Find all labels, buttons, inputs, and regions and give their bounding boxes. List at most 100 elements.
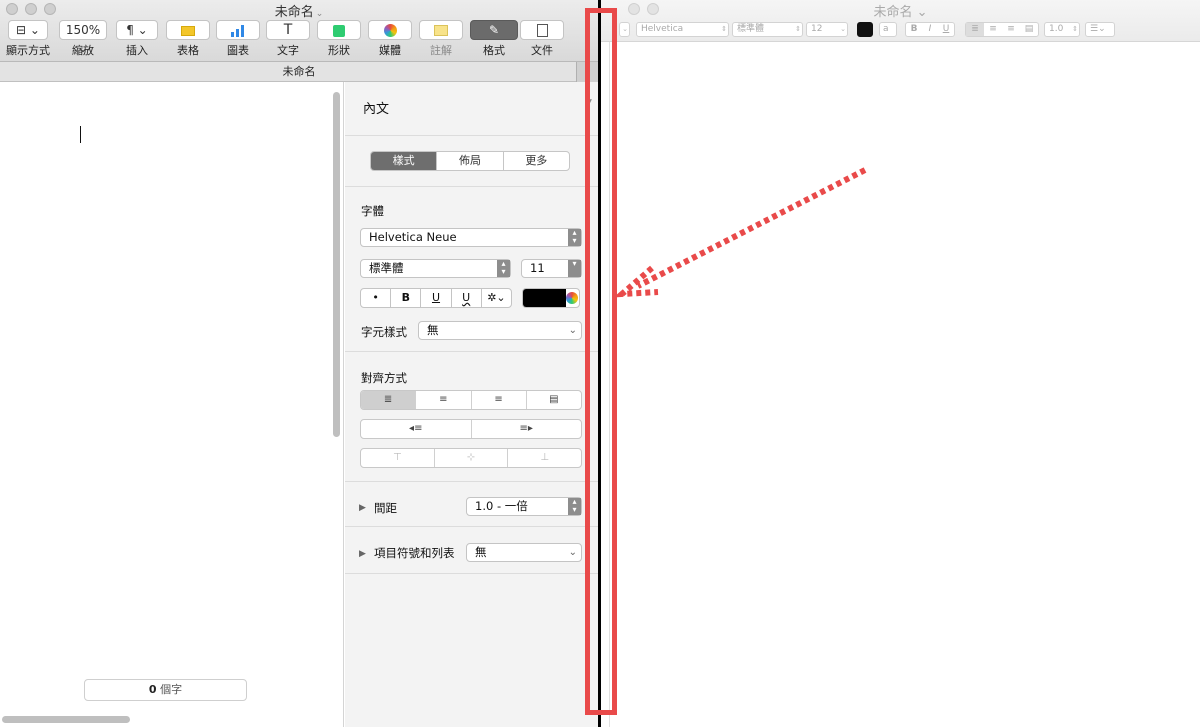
align-left-button[interactable]: ≣ — [361, 391, 417, 409]
annotation-arrow-icon — [613, 167, 867, 298]
paragraph-style-select[interactable]: ⌄ — [619, 22, 630, 37]
align-center-button[interactable]: ≡ — [416, 391, 472, 409]
align-center-icon[interactable]: ≡ — [984, 23, 1002, 36]
zoom-icon[interactable]: 150% ⌄ — [59, 20, 107, 55]
vertical-scrollbar[interactable] — [333, 92, 340, 437]
pages-window: 未命名 ⌄ ⊟ ⌄ 顯示方式 150% ⌄ 縮放 ¶ ⌄ 插入 表格 圖表 T 文… — [0, 0, 598, 727]
toolbar-table[interactable]: 表格 — [166, 20, 210, 60]
arrow-shaft — [636, 167, 867, 289]
comment-icon — [434, 25, 448, 36]
title-chevron-icon[interactable]: ⌄ — [316, 9, 324, 19]
toolbar-comment[interactable]: 註解 — [419, 20, 463, 60]
document-canvas[interactable]: 0 個字 — [0, 82, 344, 727]
font-size-field[interactable]: 11 ▾ — [521, 259, 582, 278]
align-middle-button: ⊹ — [435, 449, 509, 467]
text-color-swatch[interactable] — [857, 22, 873, 37]
tab-style[interactable]: 樣式 — [371, 152, 438, 170]
bullets-label[interactable]: 項目符號和列表 — [374, 545, 455, 561]
indent-buttons: ◂≡ ≡▸ — [360, 419, 582, 439]
align-justify-icon[interactable]: ▤ — [1020, 23, 1038, 36]
highlight-box — [585, 8, 617, 715]
list-style-button[interactable]: ☰⌄ — [1085, 22, 1115, 37]
horizontal-align-buttons: ≣ ≡ ≡ ▤ — [360, 390, 582, 410]
font-family-select[interactable]: Helvetica Neue ▴ ▾ — [360, 228, 582, 247]
gear-icon[interactable]: ✲⌄ — [482, 289, 511, 307]
spacing-select[interactable]: 1.0 - 一倍 ▴ ▾ — [466, 497, 582, 516]
align-right-button[interactable]: ≡ — [472, 391, 527, 409]
double-underline-button[interactable]: U — [452, 289, 482, 307]
divider — [345, 481, 598, 482]
align-left-icon[interactable]: ≣ — [966, 23, 984, 36]
toolbar-view[interactable]: ⊟ ⌄ 顯示方式 — [6, 20, 50, 60]
spacing-label[interactable]: 間距 — [374, 500, 397, 516]
align-bottom-button: ⊥ — [540, 452, 550, 463]
color-swatch[interactable] — [523, 289, 566, 307]
divider — [345, 135, 598, 136]
window-title: 未命名 ⌄ — [873, 5, 928, 20]
underline-button[interactable]: U — [938, 23, 954, 36]
color-wheel-icon[interactable] — [566, 292, 578, 304]
word-count-badge[interactable]: 0 個字 — [84, 679, 247, 701]
document-icon — [536, 24, 548, 37]
line-spacing-select[interactable]: 1.0 ⇕ — [1044, 22, 1080, 37]
chevron-down-icon: ⌄ — [568, 325, 577, 336]
paragraph-style-title[interactable]: 內文 — [363, 98, 389, 117]
highlight-color-icon[interactable]: a — [879, 22, 897, 37]
divider — [345, 186, 598, 187]
media-icon — [383, 24, 397, 37]
stepper-icon: ⇕ — [795, 25, 801, 33]
toolbar-shape[interactable]: 形狀 — [317, 20, 361, 60]
paragraph-icon[interactable]: ¶ ⌄ — [116, 20, 158, 40]
toolbar-chart[interactable]: 圖表 — [216, 20, 260, 60]
italic-button[interactable]: I — [922, 23, 938, 36]
toolbar-text[interactable]: T 文字 — [266, 20, 310, 60]
stepper-icon: ⇕ — [721, 25, 727, 33]
text-editor-toolbar: 未命名 ⌄ ⌄ Helvetica ⇕ 標準體 ⇕ 12 ⌄ a B I U ≣ ≡ … — [601, 0, 1200, 42]
stepper-icon: ▾ — [568, 260, 581, 277]
text-editor-document[interactable] — [609, 42, 1200, 727]
alignment-label: 對齊方式 — [361, 371, 407, 385]
toolbar-media[interactable]: 媒體 — [368, 20, 412, 60]
toolbar-format[interactable]: ✎ 格式 — [470, 20, 518, 60]
tab-more[interactable]: 更多 — [504, 152, 569, 170]
horizontal-scrollbar[interactable] — [2, 716, 130, 723]
toolbar-document[interactable]: 文件 — [520, 20, 564, 60]
font-style-select[interactable]: 標準體 ▴ ▾ — [360, 259, 511, 278]
window-title: 未命名 ⌄ — [274, 5, 324, 20]
toolbar-zoom[interactable]: 150% ⌄ 縮放 — [59, 20, 107, 60]
decrease-indent-button[interactable]: ◂≡ — [361, 420, 472, 438]
divider — [345, 526, 598, 527]
bullet-button[interactable]: • — [361, 289, 392, 307]
view-icon[interactable]: ⊟ ⌄ — [8, 20, 48, 40]
font-family-select[interactable]: Helvetica ⇕ — [636, 22, 729, 37]
inspector-tabs: 樣式 佈局 更多 — [370, 151, 570, 171]
text-color-well[interactable] — [522, 288, 580, 308]
disclosure-triangle-icon[interactable]: ▶ — [359, 549, 366, 559]
text-cursor — [80, 126, 81, 143]
font-style-select[interactable]: 標準體 ⇕ — [732, 22, 803, 37]
char-style-label: 字元樣式 — [361, 325, 407, 339]
font-size-field[interactable]: 12 ⌄ — [806, 22, 848, 37]
bold-button[interactable]: B — [906, 23, 922, 36]
increase-indent-button[interactable]: ≡▸ — [472, 420, 582, 438]
align-right-icon[interactable]: ≡ — [1002, 23, 1020, 36]
text-icon[interactable]: T — [266, 20, 310, 40]
bullets-select[interactable]: 無 ⌄ — [466, 543, 582, 562]
shape-icon — [333, 24, 345, 37]
align-justify-button[interactable]: ▤ — [527, 391, 581, 409]
stepper-icon: ⌄ — [840, 25, 846, 33]
font-section-label: 字體 — [361, 204, 384, 218]
tab-layout[interactable]: 佈局 — [437, 152, 504, 170]
disclosure-triangle-icon[interactable]: ▶ — [359, 503, 366, 513]
stepper-icon: ▴ ▾ — [568, 498, 581, 515]
toolbar-insert[interactable]: ¶ ⌄ 插入 — [116, 20, 158, 60]
stepper-icon: ⇕ — [1072, 25, 1078, 33]
chart-icon — [231, 24, 245, 37]
text-format-buttons: • B U U ✲⌄ — [360, 288, 512, 308]
format-brush-icon[interactable]: ✎ — [470, 20, 518, 40]
char-style-select[interactable]: 無 ⌄ — [418, 321, 582, 340]
format-inspector: 內文 ▼ 樣式 佈局 更多 字體 Helvetica Neue ▴ ▾ 標準體 ▴… — [345, 82, 598, 727]
bold-button[interactable]: B — [391, 289, 422, 307]
bold-italic-underline-group: B I U — [905, 22, 955, 37]
underline-button[interactable]: U — [421, 289, 452, 307]
